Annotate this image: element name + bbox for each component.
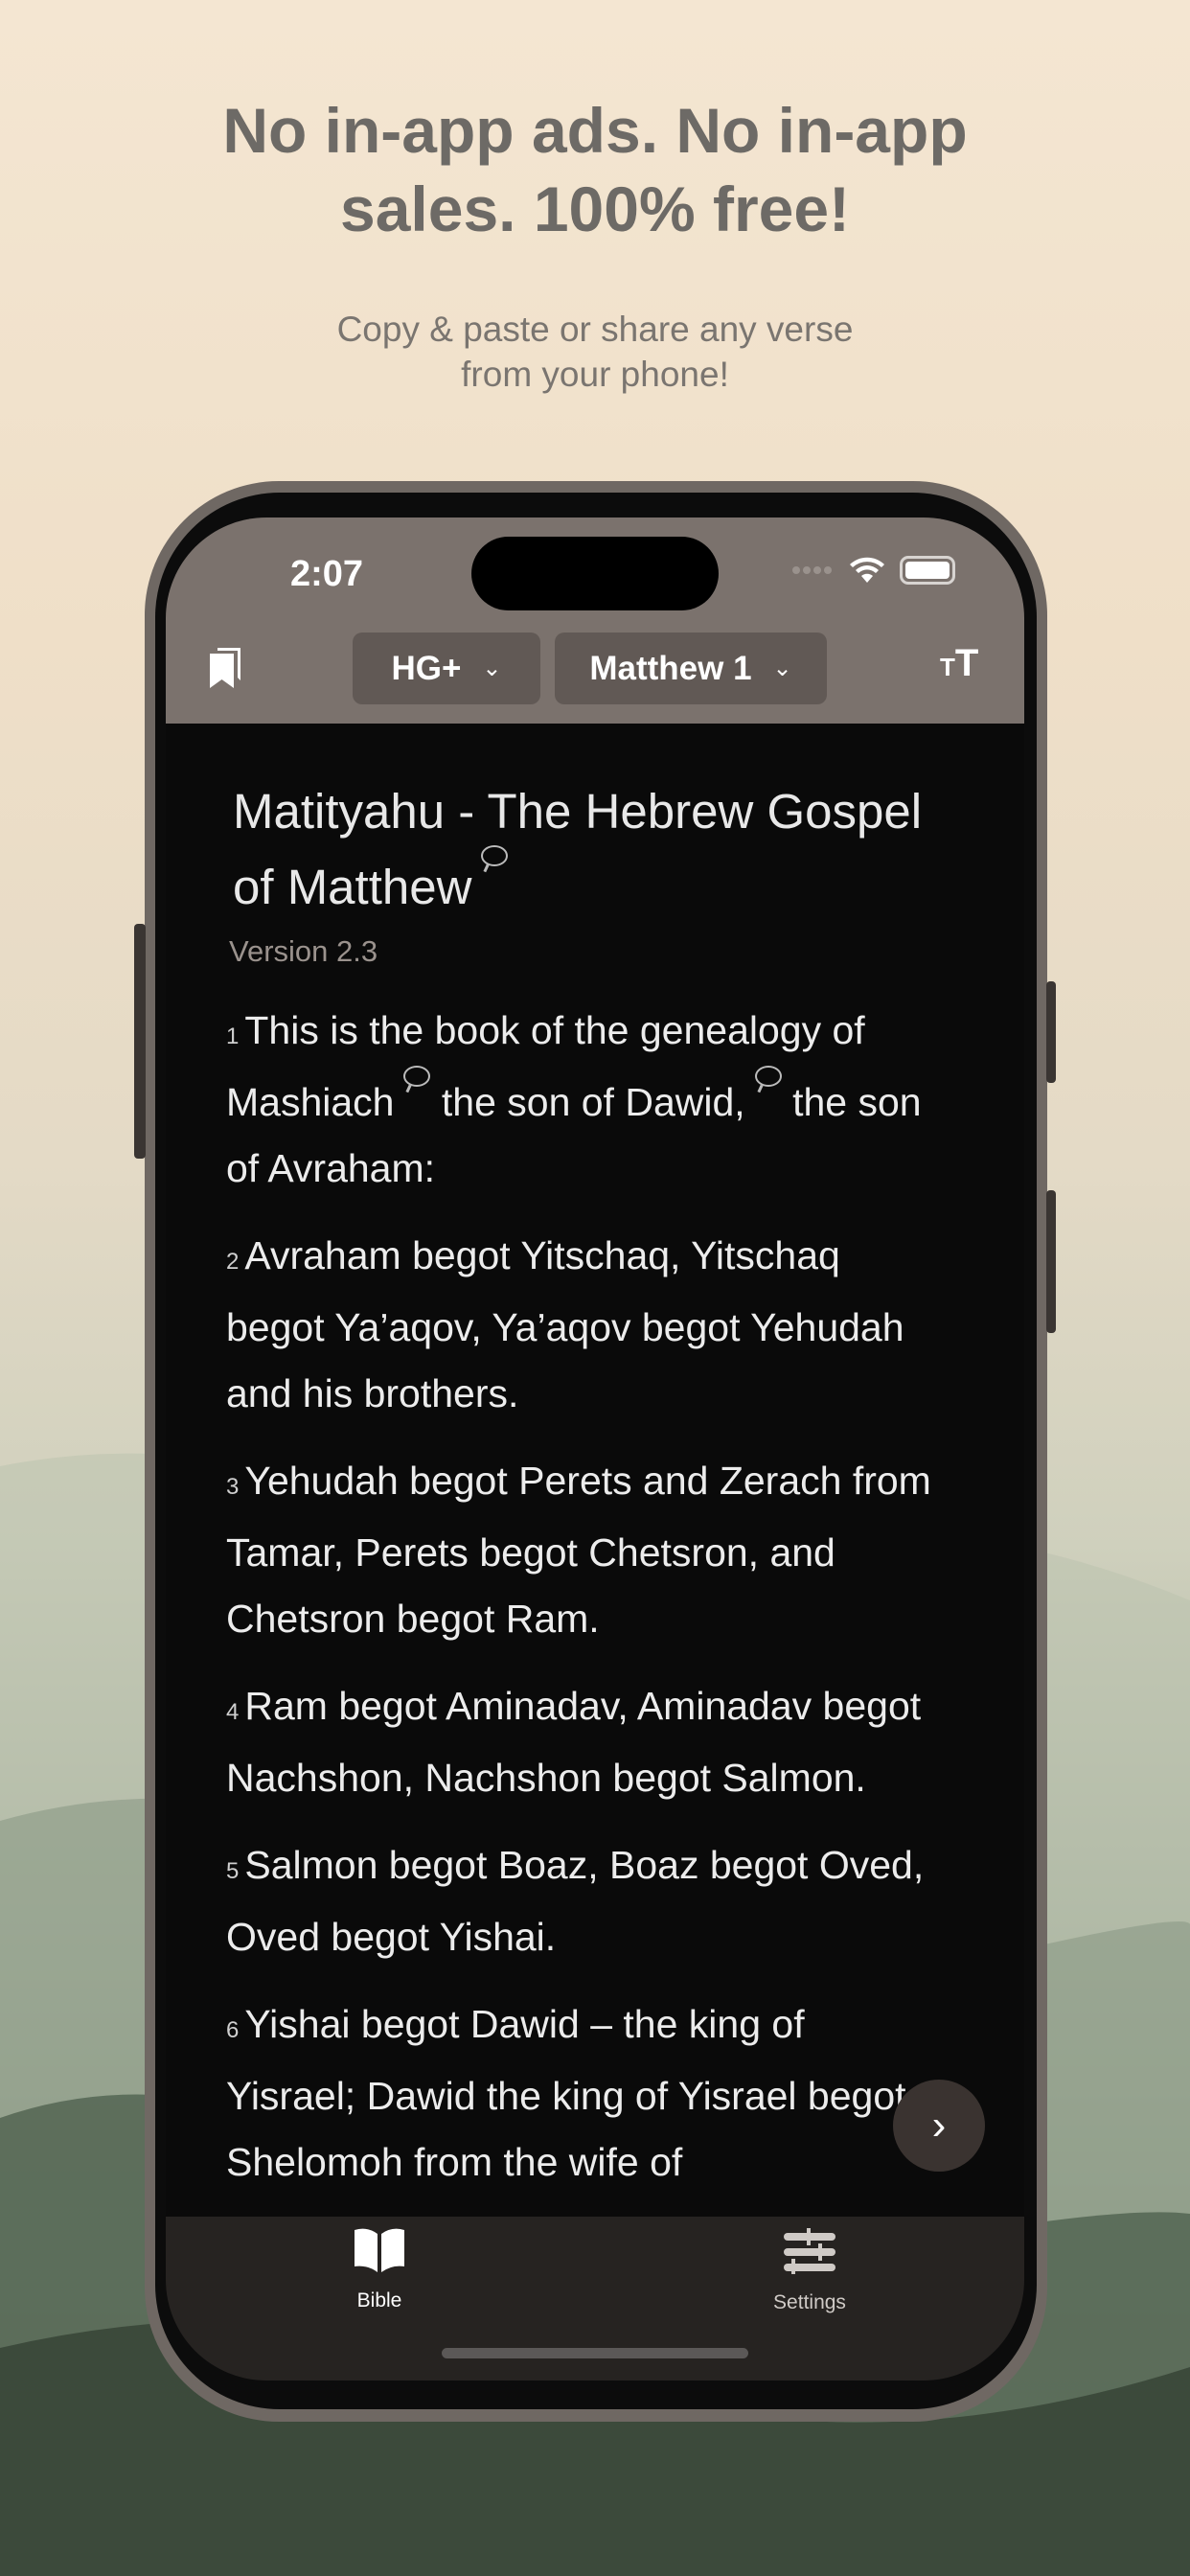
verse-number: 6 xyxy=(226,2017,240,2043)
version-label: Version 2.3 xyxy=(229,934,378,968)
verse[interactable]: 5 Salmon begot Boaz, Boaz begot Oved, Ove… xyxy=(226,1832,935,1970)
verse[interactable]: 6 Yishai begot Dawid – the king of Yisrae… xyxy=(226,1991,935,2196)
text-size-icon[interactable]: TT xyxy=(940,642,978,685)
status-time: 2:07 xyxy=(290,554,364,594)
phone-side-button xyxy=(1046,1190,1056,1333)
verse-number: 3 xyxy=(226,1474,240,1500)
book-open-icon xyxy=(355,2228,404,2272)
chapter-dropdown[interactable]: Matthew 1 ⌄ xyxy=(555,632,827,704)
book-title: Matityahu - The Hebrew Gospel of Matthew xyxy=(233,773,935,925)
verse-number: 5 xyxy=(226,1858,240,1884)
app-header: 2:07 HG+ ⌄ Matthew 1 ⌄ TT xyxy=(166,518,1024,724)
bookmarks-icon[interactable] xyxy=(210,648,242,688)
translation-label: HG+ xyxy=(391,649,462,687)
sliders-icon xyxy=(784,2228,835,2274)
verse-number: 4 xyxy=(226,1699,240,1725)
phone-side-button xyxy=(1046,981,1056,1083)
tab-label: Bible xyxy=(356,2289,402,2312)
translation-dropdown[interactable]: HG+ ⌄ xyxy=(353,632,540,704)
chevron-down-icon: ⌄ xyxy=(482,656,502,681)
verse[interactable]: 1 This is the book of the genealogy of Ma… xyxy=(226,998,935,1202)
verse[interactable]: 4 Ram begot Aminadav, Aminadav begot Nach… xyxy=(226,1673,935,1811)
wifi-icon xyxy=(850,557,884,583)
verse[interactable]: 3 Yehudah begot Perets and Zerach from Ta… xyxy=(226,1448,935,1652)
tab-bar: Bible Settings xyxy=(166,2217,1024,2380)
verse[interactable]: 2 Avraham begot Yitschaq, Yitschaq begot … xyxy=(226,1223,935,1427)
verse-text: Yishai begot Dawid – the king of Yisrael… xyxy=(226,2002,906,2184)
signal-icon xyxy=(792,562,835,579)
footnote-icon[interactable] xyxy=(481,845,509,866)
footnote-icon[interactable] xyxy=(754,1066,782,1087)
phone-side-button xyxy=(134,924,146,1159)
tab-settings[interactable]: Settings xyxy=(733,2228,886,2314)
verse-number: 2 xyxy=(226,1249,240,1275)
book-title-text: Matityahu - The Hebrew Gospel of Matthew xyxy=(233,784,923,914)
home-indicator xyxy=(442,2348,748,2358)
status-icons xyxy=(792,556,955,585)
chevron-right-icon: › xyxy=(931,2102,947,2149)
next-chapter-button[interactable]: › xyxy=(893,2080,985,2172)
verse-text: Avraham begot Yitschaq, Yitschaq begot Y… xyxy=(226,1233,904,1415)
battery-icon xyxy=(900,556,955,585)
verse-number: 1 xyxy=(226,1024,240,1049)
verse-text: Yehudah begot Perets and Zerach from Tam… xyxy=(226,1459,931,1641)
chapter-content: Matityahu - The Hebrew Gospel of Matthew… xyxy=(226,724,935,2196)
dynamic-island xyxy=(471,537,719,610)
chapter-label: Matthew 1 xyxy=(589,649,752,687)
chevron-down-icon: ⌄ xyxy=(772,656,792,681)
promo-subtitle: Copy & paste or share any verse from you… xyxy=(336,310,854,394)
tab-label: Settings xyxy=(773,2291,846,2313)
verse-text: Ram begot Aminadav, Aminadav begot Nachs… xyxy=(226,1684,922,1800)
promo-headline: No in-app ads. No in-app sales. 100% fre… xyxy=(222,95,968,244)
verse-text: Salmon begot Boaz, Boaz begot Oved, Oved… xyxy=(226,1843,925,1959)
app-screen: 2:07 HG+ ⌄ Matthew 1 ⌄ TT Matityahu - The … xyxy=(166,518,1024,2380)
verse-text: the son of Dawid, xyxy=(430,1080,745,1124)
tab-bible[interactable]: Bible xyxy=(303,2228,456,2312)
footnote-icon[interactable] xyxy=(403,1066,431,1087)
